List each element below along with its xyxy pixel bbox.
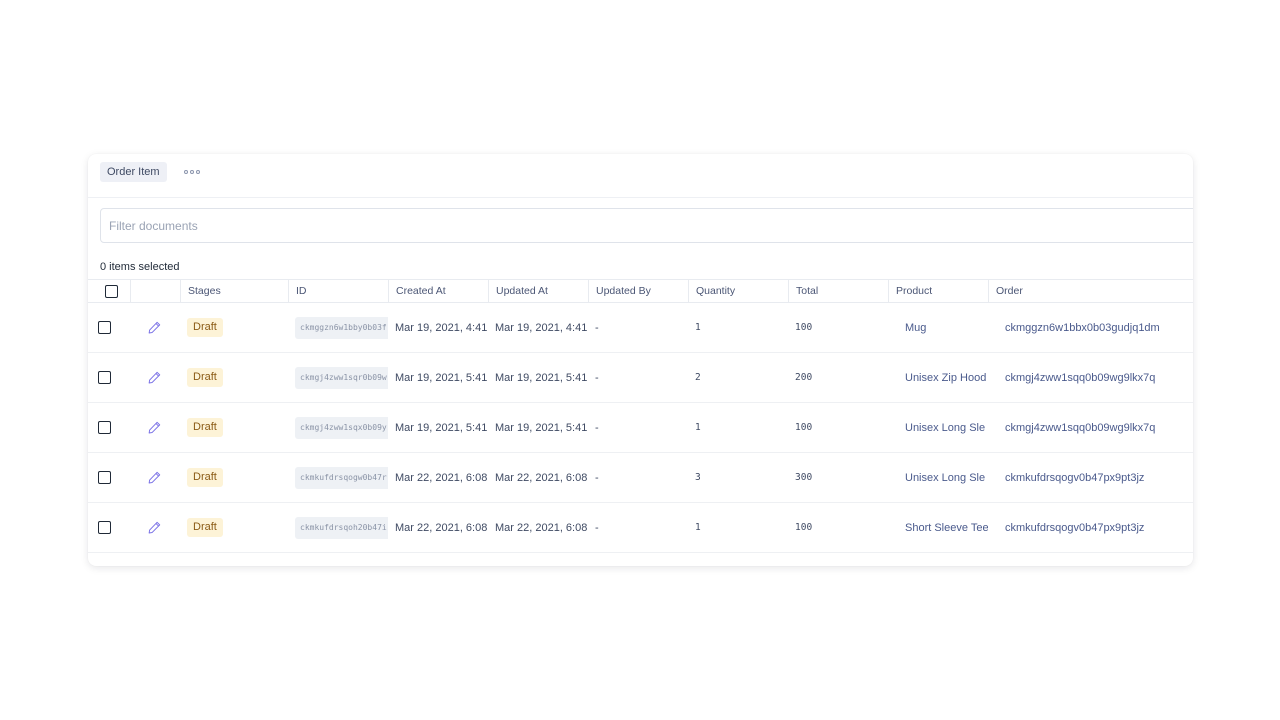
updated-by-cell: - <box>595 471 599 484</box>
product-link[interactable]: Unisex Long Sle <box>888 403 988 452</box>
model-tab-order-item[interactable]: Order Item <box>100 162 167 182</box>
updated-at-cell: Mar 19, 2021, 5:41 <box>495 421 588 434</box>
created-at-cell: Mar 22, 2021, 6:08 <box>395 521 488 534</box>
updated-at-cell: Mar 19, 2021, 4:41 <box>495 321 588 334</box>
row-checkbox[interactable] <box>98 321 111 334</box>
created-at-cell: Mar 19, 2021, 4:41 <box>395 321 488 334</box>
select-all-checkbox[interactable] <box>105 284 118 298</box>
table-row[interactable]: Draft ckmkufdrsqogw0b47r Mar 22, 2021, 6… <box>88 453 1193 503</box>
more-horizontal-icon[interactable] <box>184 166 200 178</box>
document-id: ckmkufdrsqoh20b47i <box>295 516 388 539</box>
order-link[interactable]: ckmkufdrsqogv0b47px9pt3jz <box>988 503 1193 552</box>
created-at-cell: Mar 19, 2021, 5:41 <box>395 371 488 384</box>
row-checkbox[interactable] <box>98 371 111 384</box>
stage-badge: Draft <box>187 318 223 337</box>
document-id: ckmggzn6w1bby0b03f <box>295 316 388 339</box>
pencil-icon[interactable] <box>148 371 161 384</box>
document-id: ckmgj4zww1sqr0b09w <box>295 366 388 389</box>
document-id: ckmgj4zww1sqx0b09y <box>295 416 388 439</box>
documents-table: Stages ID Created At Updated At Updated … <box>88 279 1193 553</box>
quantity-cell: 1 <box>695 322 701 333</box>
table-row[interactable]: Draft ckmkufdrsqoh20b47i Mar 22, 2021, 6… <box>88 503 1193 553</box>
stage-badge: Draft <box>187 368 223 387</box>
column-header-total[interactable]: Total <box>788 280 888 302</box>
updated-by-cell: - <box>595 421 599 434</box>
product-link[interactable]: Unisex Long Sle <box>888 453 988 502</box>
column-header-product[interactable]: Product <box>888 280 988 302</box>
updated-by-cell: - <box>595 521 599 534</box>
product-link[interactable]: Mug <box>888 303 988 352</box>
updated-at-cell: Mar 22, 2021, 6:08 <box>495 521 588 534</box>
updated-by-cell: - <box>595 321 599 334</box>
order-link[interactable]: ckmkufdrsqogv0b47px9pt3jz <box>988 453 1193 502</box>
quantity-cell: 1 <box>695 422 701 433</box>
total-cell: 300 <box>795 472 813 483</box>
row-checkbox[interactable] <box>98 421 111 434</box>
product-link[interactable]: Unisex Zip Hood <box>888 353 988 402</box>
updated-at-cell: Mar 19, 2021, 5:41 <box>495 371 588 384</box>
updated-by-cell: - <box>595 371 599 384</box>
column-header-quantity[interactable]: Quantity <box>688 280 788 302</box>
column-header-updated-by[interactable]: Updated By <box>588 280 688 302</box>
created-at-cell: Mar 22, 2021, 6:08 <box>395 471 488 484</box>
created-at-cell: Mar 19, 2021, 5:41 <box>395 421 488 434</box>
total-cell: 100 <box>795 322 813 333</box>
total-cell: 200 <box>795 372 813 383</box>
total-cell: 100 <box>795 522 813 533</box>
table-row[interactable]: Draft ckmgj4zww1sqr0b09w Mar 19, 2021, 5… <box>88 353 1193 403</box>
pencil-icon[interactable] <box>148 471 161 484</box>
row-checkbox[interactable] <box>98 521 111 534</box>
order-link[interactable]: ckmgj4zww1sqq0b09wg9lkx7q <box>988 403 1193 452</box>
document-id: ckmkufdrsqogw0b47r <box>295 466 388 489</box>
pencil-icon[interactable] <box>148 521 161 534</box>
edit-column-header <box>130 280 180 302</box>
table-header-row: Stages ID Created At Updated At Updated … <box>88 279 1193 303</box>
selected-items-count: 0 items selected <box>100 261 180 273</box>
order-link[interactable]: ckmggzn6w1bbx0b03gudjq1dm <box>988 303 1193 352</box>
table-row[interactable]: Draft ckmgj4zww1sqx0b09y Mar 19, 2021, 5… <box>88 403 1193 453</box>
order-link[interactable]: ckmgj4zww1sqq0b09wg9lkx7q <box>988 353 1193 402</box>
column-header-order[interactable]: Order <box>988 280 1193 302</box>
pencil-icon[interactable] <box>148 321 161 334</box>
quantity-cell: 2 <box>695 372 701 383</box>
row-checkbox[interactable] <box>98 471 111 484</box>
column-header-created-at[interactable]: Created At <box>388 280 488 302</box>
column-header-updated-at[interactable]: Updated At <box>488 280 588 302</box>
filter-documents-input[interactable] <box>100 208 1193 243</box>
column-header-id[interactable]: ID <box>288 280 388 302</box>
table-row[interactable]: Draft ckmggzn6w1bby0b03f Mar 19, 2021, 4… <box>88 303 1193 353</box>
updated-at-cell: Mar 22, 2021, 6:08 <box>495 471 588 484</box>
total-cell: 100 <box>795 422 813 433</box>
quantity-cell: 3 <box>695 472 701 483</box>
model-toolbar: Order Item <box>88 154 1193 198</box>
stage-badge: Draft <box>187 418 223 437</box>
quantity-cell: 1 <box>695 522 701 533</box>
product-link[interactable]: Short Sleeve Tee <box>888 503 988 552</box>
column-header-stages[interactable]: Stages <box>180 280 288 302</box>
pencil-icon[interactable] <box>148 421 161 434</box>
stage-badge: Draft <box>187 518 223 537</box>
content-table-card: Order Item 0 items selected Stages ID Cr… <box>88 154 1193 566</box>
stage-badge: Draft <box>187 468 223 487</box>
